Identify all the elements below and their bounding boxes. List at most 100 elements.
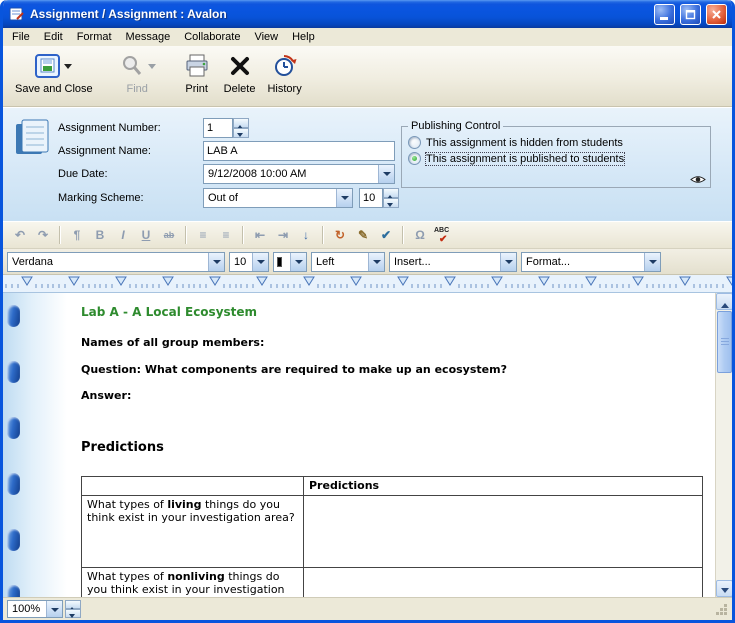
move-down-button[interactable]: ↓ (295, 225, 317, 245)
spin-down-icon[interactable] (65, 609, 81, 618)
font-size-dropdown-icon[interactable] (252, 253, 268, 271)
marking-points-spinner[interactable] (383, 188, 399, 208)
insert-value: Insert... (390, 256, 500, 268)
print-button[interactable]: Print (184, 51, 210, 95)
vertical-scrollbar[interactable] (715, 293, 732, 597)
predictions-heading: Predictions (81, 440, 706, 455)
zoom-spinner[interactable] (65, 600, 81, 618)
window-title: Assignment / Assignment : Avalon (30, 7, 649, 21)
accept-button[interactable]: ✔ (375, 225, 397, 245)
font-color-dropdown-icon[interactable] (290, 253, 306, 271)
due-date-label: Due Date: (58, 164, 108, 184)
radio-selected-icon[interactable] (408, 152, 421, 165)
zoom-dropdown-icon[interactable] (46, 601, 62, 617)
menu-collaborate[interactable]: Collaborate (177, 29, 247, 45)
publishing-hidden-option[interactable]: This assignment is hidden from students (408, 136, 704, 149)
alignment-dropdown-icon[interactable] (368, 253, 384, 271)
spellcheck-button[interactable]: ABC ✔ (432, 225, 454, 245)
align-center-button[interactable]: ≡ (215, 225, 237, 245)
spin-down-icon[interactable] (233, 128, 249, 138)
due-date-combobox[interactable]: 9/12/2008 10:00 AM (203, 164, 395, 184)
underline-button[interactable]: U (135, 225, 157, 245)
insert-combobox[interactable]: Insert... (389, 252, 517, 272)
redo-button[interactable]: ↷ (32, 225, 54, 245)
titlebar[interactable]: Assignment / Assignment : Avalon (3, 0, 732, 28)
revert-formatting-button[interactable]: ↻ (329, 225, 351, 245)
due-date-dropdown-icon[interactable] (378, 165, 394, 183)
marking-scheme-dropdown-icon[interactable] (336, 189, 352, 207)
increase-indent-button[interactable]: ⇥ (272, 225, 294, 245)
scroll-down-button[interactable] (716, 580, 732, 597)
table-header-row: Predictions (82, 477, 703, 496)
history-button[interactable]: History (267, 51, 301, 95)
cell-text-pre: What types of (87, 498, 167, 511)
scroll-up-button[interactable] (716, 293, 732, 310)
table-header-empty[interactable] (82, 477, 304, 496)
table-header-predictions[interactable]: Predictions (304, 477, 703, 496)
menu-help[interactable]: Help (285, 29, 322, 45)
eye-icon[interactable] (690, 174, 706, 185)
undo-button[interactable]: ↶ (9, 225, 31, 245)
strikethrough-button[interactable]: ab (158, 225, 180, 245)
document-content[interactable]: Lab A - A Local Ecosystem Names of all g… (81, 293, 706, 597)
assignment-number-input[interactable] (203, 118, 233, 138)
close-button[interactable] (706, 4, 727, 25)
table-cell-living-question[interactable]: What types of living things do you think… (82, 496, 304, 568)
ruler-ticks (3, 275, 732, 289)
alignment-combobox[interactable]: Left (311, 252, 385, 272)
font-family-dropdown-icon[interactable] (208, 253, 224, 271)
zoom-combobox[interactable]: 100% (7, 600, 63, 618)
document-editor[interactable]: Lab A - A Local Ecosystem Names of all g… (3, 293, 732, 597)
spin-up-icon[interactable] (65, 600, 81, 609)
delete-button[interactable]: Delete (224, 51, 256, 95)
save-menu-arrow-icon[interactable] (64, 64, 72, 73)
insert-dropdown-icon[interactable] (500, 253, 516, 271)
maximize-button[interactable] (680, 4, 701, 25)
toolbar-separator (185, 226, 187, 244)
italic-button[interactable]: I (112, 225, 134, 245)
ruler[interactable] (3, 275, 732, 293)
edit-button[interactable]: ✎ (352, 225, 374, 245)
arrow-down-icon: ↓ (303, 229, 309, 241)
align-left-button[interactable]: ≡ (192, 225, 214, 245)
menu-file[interactable]: File (5, 29, 37, 45)
find-menu-arrow-icon (148, 64, 156, 73)
table-cell-nonliving-question[interactable]: What types of nonliving things do you th… (82, 568, 304, 598)
decrease-indent-button[interactable]: ⇤ (249, 225, 271, 245)
menu-view[interactable]: View (247, 29, 285, 45)
format-dropdown-icon[interactable] (644, 253, 660, 271)
assignment-number-spinner[interactable] (233, 118, 249, 138)
format-combobox[interactable]: Format... (521, 252, 661, 272)
marking-points-input[interactable] (359, 188, 383, 208)
binder-ring-icon (7, 585, 20, 597)
table-cell-living-answer[interactable] (304, 496, 703, 568)
find-label: Find (126, 83, 147, 95)
close-icon (709, 7, 724, 22)
menu-format[interactable]: Format (70, 29, 119, 45)
show-formatting-button[interactable]: ¶ (66, 225, 88, 245)
special-character-button[interactable]: Ω (409, 225, 431, 245)
radio-unselected-icon[interactable] (408, 136, 421, 149)
find-icon (119, 53, 145, 79)
font-family-combobox[interactable]: Verdana (7, 252, 225, 272)
spin-up-icon[interactable] (233, 118, 249, 128)
marking-scheme-combobox[interactable]: Out of (203, 188, 353, 208)
spin-up-icon[interactable] (383, 188, 399, 198)
bold-button[interactable]: B (89, 225, 111, 245)
scrollbar-thumb[interactable] (717, 311, 732, 373)
bold-icon: B (96, 229, 105, 241)
resize-grip[interactable] (715, 603, 728, 616)
minimize-button[interactable] (654, 4, 675, 25)
table-cell-nonliving-answer[interactable] (304, 568, 703, 598)
font-color-combobox[interactable] (273, 252, 307, 272)
font-size-combobox[interactable]: 10 (229, 252, 269, 272)
assignment-name-input[interactable] (203, 141, 395, 161)
publishing-published-option[interactable]: This assignment is published to students (408, 152, 704, 165)
italic-icon: I (121, 229, 124, 241)
menu-edit[interactable]: Edit (37, 29, 70, 45)
pencil-icon: ✎ (358, 229, 368, 241)
spin-down-icon[interactable] (383, 198, 399, 208)
font-toolbar: Verdana 10 Left Insert... Format... (3, 249, 732, 275)
save-and-close-button[interactable]: Save and Close (15, 51, 93, 95)
menu-message[interactable]: Message (119, 29, 178, 45)
